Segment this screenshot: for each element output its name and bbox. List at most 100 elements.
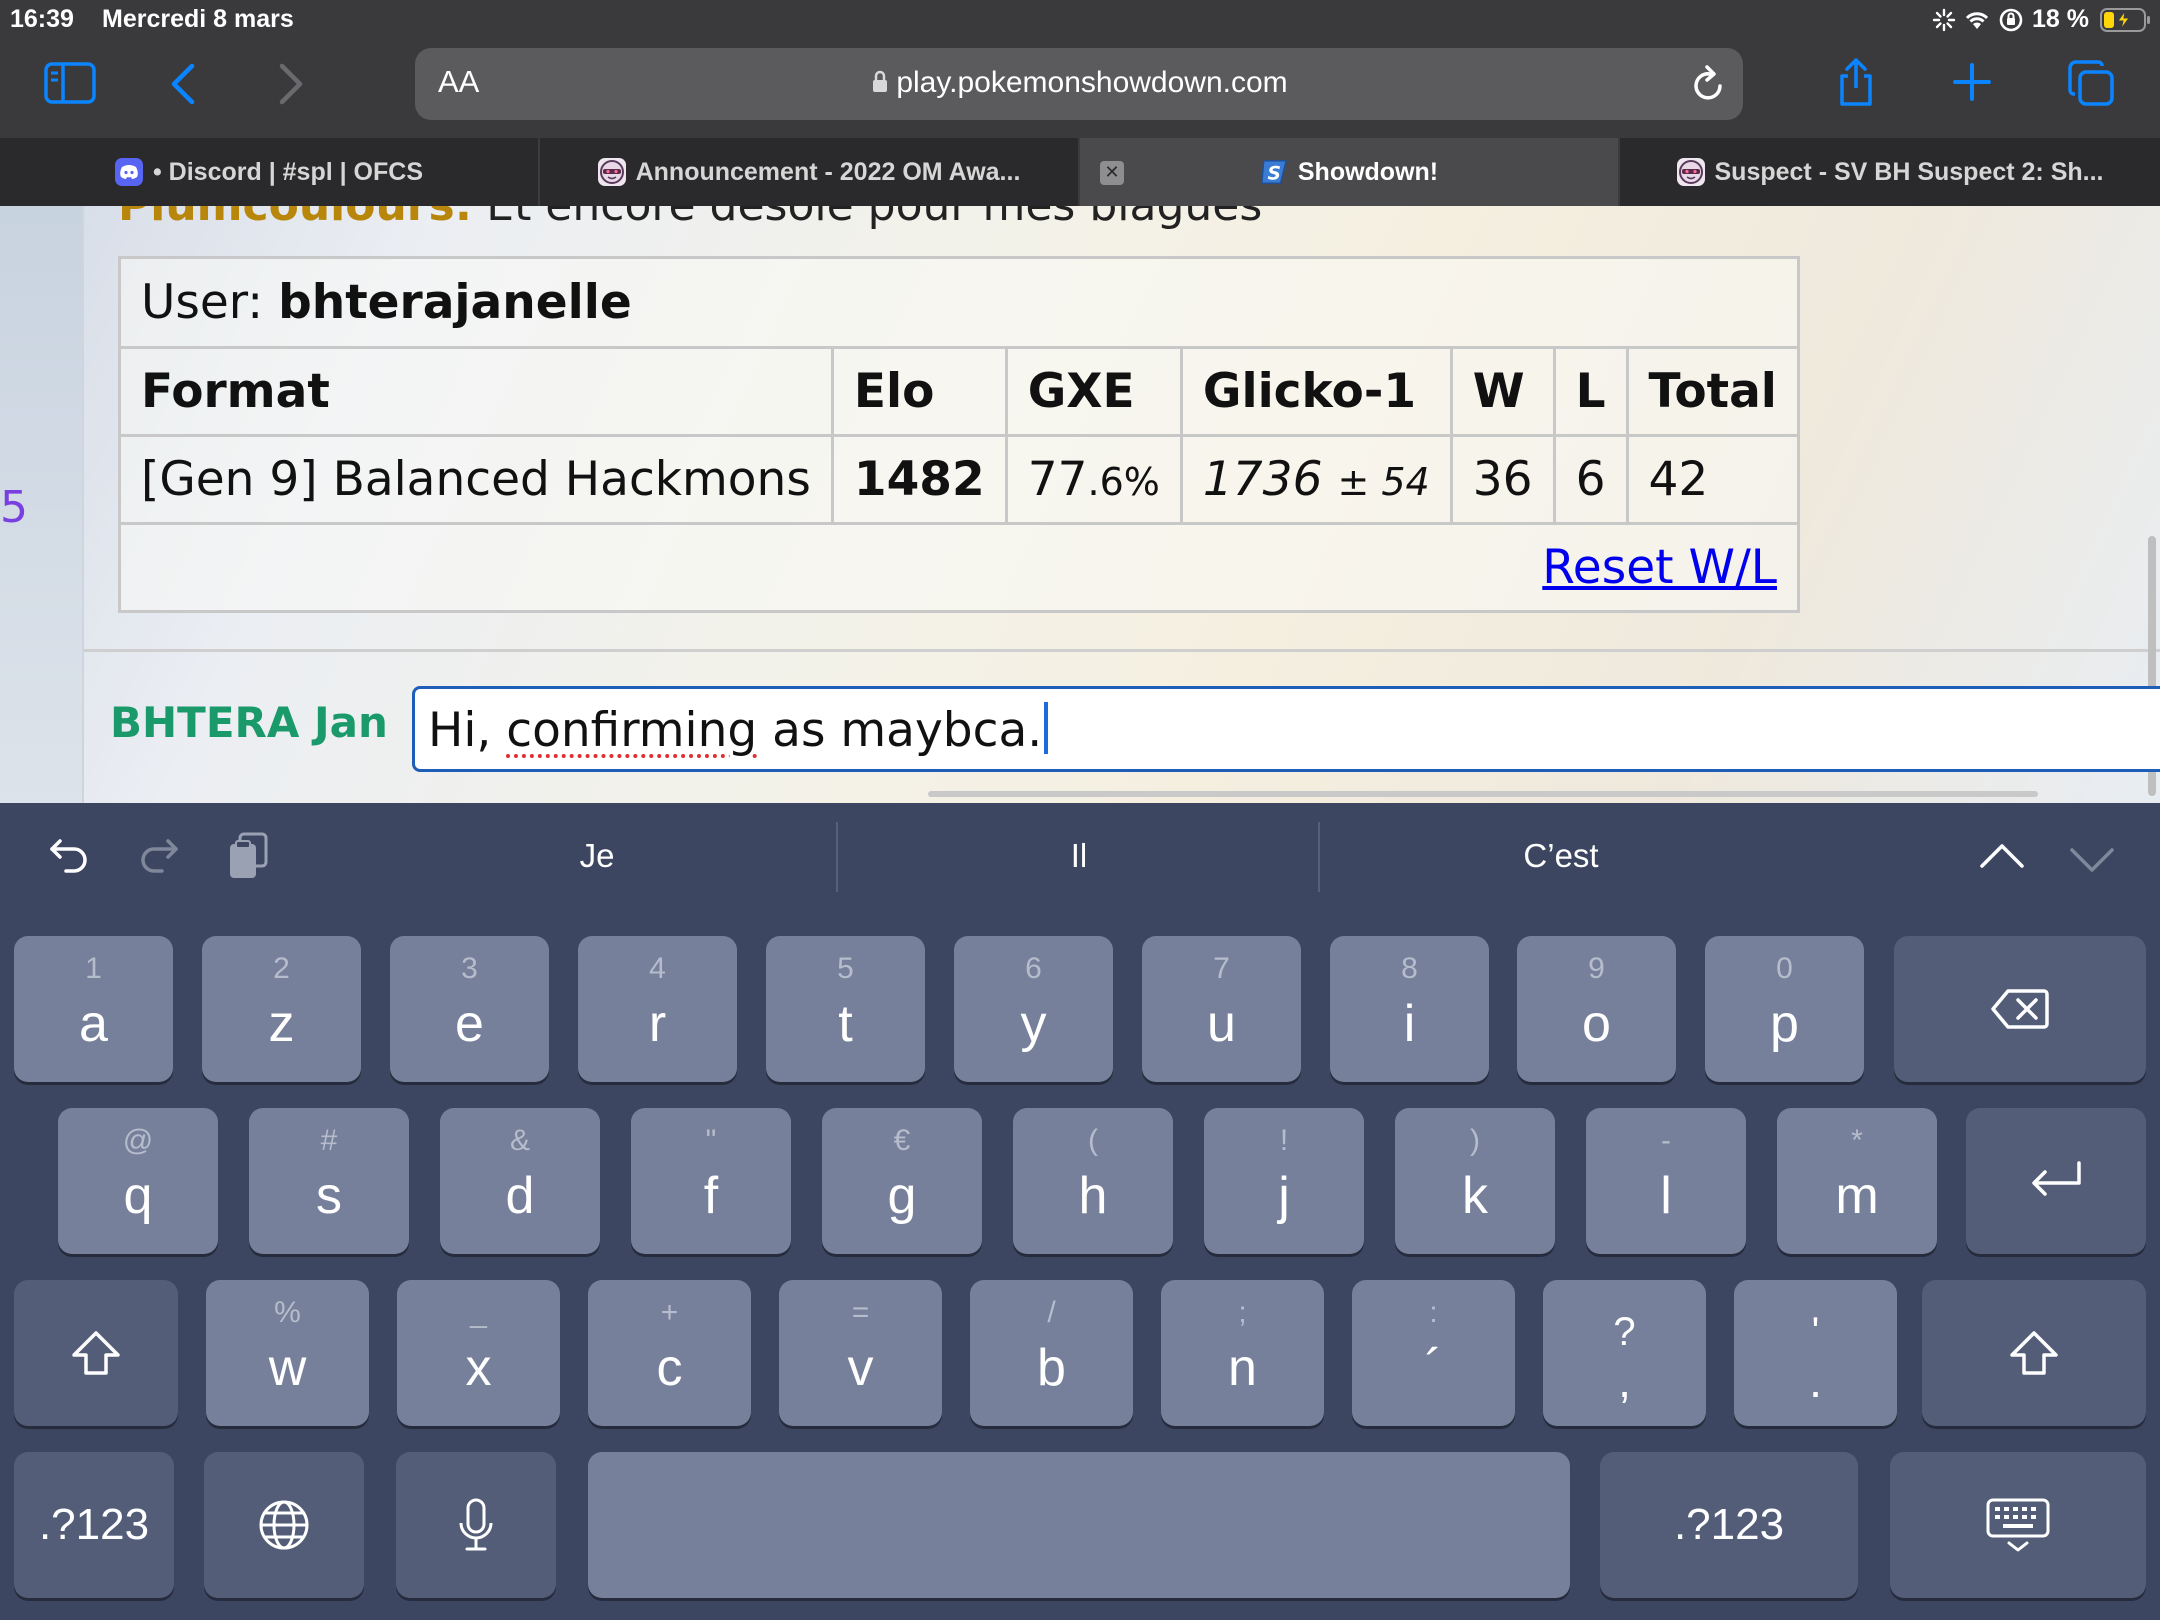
url-text: play.pokemonshowdown.com [896, 66, 1288, 99]
chevron-down-icon[interactable] [2068, 846, 2116, 878]
redo-icon[interactable] [138, 835, 180, 883]
chat-message-text: Et encore désolé pour mes blagues [486, 206, 1262, 231]
tab-discord[interactable]: • Discord | #spl | OFCS [0, 138, 540, 206]
tab-showdown[interactable]: S Showdown! [1080, 138, 1620, 206]
cell-glicko: 1736 ± 54 [1179, 434, 1453, 525]
key-v[interactable]: = v [779, 1280, 942, 1426]
key-e[interactable]: 3e [390, 936, 549, 1082]
key-w[interactable]: % w [206, 1280, 369, 1426]
key-t[interactable]: 5t [766, 936, 925, 1082]
glicko-deviation: ± 54 [1337, 460, 1430, 504]
cell-total: 42 [1625, 434, 1801, 525]
suggestion-3[interactable]: C’est [1320, 837, 1802, 875]
chat-message-author[interactable]: Plumcoulours: [118, 206, 472, 231]
lock-icon [872, 68, 888, 102]
key-h[interactable]: (h [1013, 1108, 1173, 1254]
key-j[interactable]: ! j [1204, 1108, 1364, 1254]
key-c[interactable]: + c [588, 1280, 751, 1426]
globe-icon [259, 1500, 309, 1550]
chevron-up-icon[interactable] [1978, 842, 2026, 874]
discord-icon [114, 158, 143, 186]
rank-header-row: Format Elo GXE Glicko-1 W L Total [118, 346, 1801, 437]
tab-announcement[interactable]: Announcement - 2022 OM Awa... [540, 138, 1080, 206]
suggestion-1[interactable]: Je [356, 837, 838, 875]
header-wins: W [1449, 346, 1556, 437]
reset-wl-link[interactable]: Reset W/L [1542, 540, 1777, 595]
tab-suspect[interactable]: Suspect - SV BH Suspect 2: Sh... [1620, 138, 2160, 206]
table-row: [Gen 9] Balanced Hackmons 1482 77.6% 173… [118, 434, 1801, 525]
status-time: 16:39 [10, 5, 74, 33]
key-acute-accent[interactable]: : ´ [1352, 1280, 1515, 1426]
header-losses: L [1552, 346, 1629, 437]
key-d[interactable]: & d [440, 1108, 600, 1254]
key-r[interactable]: 4r [578, 936, 737, 1082]
dismiss-keyboard-key[interactable] [1890, 1452, 2146, 1598]
key-p[interactable]: 0p [1705, 936, 1864, 1082]
smogon-icon [1676, 158, 1705, 186]
key-z[interactable]: 2z [202, 936, 361, 1082]
key-q[interactable]: @ q [58, 1108, 218, 1254]
key-u[interactable]: 7u [1142, 936, 1301, 1082]
header-glicko: Glicko-1 [1179, 346, 1453, 437]
key-o[interactable]: 9o [1517, 936, 1676, 1082]
header-total: Total [1625, 346, 1801, 437]
clipboard-icon[interactable] [226, 830, 272, 886]
tab-label: Showdown! [1297, 157, 1439, 186]
return-icon [2032, 1161, 2081, 1196]
new-tab-icon[interactable] [1952, 62, 1992, 106]
shift-icon [2010, 1331, 2058, 1375]
rank-user-cell: User: bhterajanelle [118, 256, 1800, 349]
reload-icon[interactable] [1690, 64, 1726, 108]
numbers-key-left[interactable]: .?123 [14, 1452, 174, 1598]
cell-losses: 6 [1552, 434, 1629, 525]
shift-key-right[interactable] [1922, 1280, 2146, 1426]
space-bar[interactable] [588, 1452, 1570, 1598]
svg-text:S: S [1267, 163, 1280, 184]
undo-icon[interactable] [48, 835, 90, 883]
dictation-key[interactable] [396, 1452, 556, 1598]
shift-key-left[interactable] [14, 1280, 178, 1426]
header-format: Format [118, 346, 834, 437]
loading-spinner-icon [1932, 8, 1956, 36]
cell-gxe: 77.6% [1004, 434, 1183, 525]
key-i[interactable]: 8i [1330, 936, 1489, 1082]
tabs-overview-icon[interactable] [2066, 58, 2116, 112]
key-period[interactable]: '. [1734, 1280, 1897, 1426]
gxe-main: 77 [1027, 452, 1088, 507]
key-k[interactable]: ) k [1395, 1108, 1555, 1254]
key-g[interactable]: € g [822, 1108, 982, 1254]
key-y[interactable]: 6y [954, 936, 1113, 1082]
key-comma[interactable]: ?, [1543, 1280, 1706, 1426]
key-b[interactable]: / b [970, 1280, 1133, 1426]
globe-key[interactable] [204, 1452, 364, 1598]
backspace-icon [1991, 989, 2049, 1029]
horizontal-scroll-thumb[interactable] [928, 791, 2038, 797]
share-icon[interactable] [1835, 56, 1877, 112]
key-l[interactable]: -l [1586, 1108, 1746, 1254]
numbers-key-right[interactable]: .?123 [1600, 1452, 1858, 1598]
return-key[interactable] [1966, 1108, 2146, 1254]
key-f[interactable]: " f [631, 1108, 791, 1254]
header-gxe: GXE [1004, 346, 1183, 437]
chat-room-page: 5 Plumcoulours: Et encore désolé pour me… [0, 206, 2160, 803]
misspelled-word[interactable]: confirming [506, 703, 757, 758]
shift-icon [72, 1331, 120, 1375]
backspace-key[interactable] [1894, 936, 2146, 1082]
chat-input-text[interactable]: Hi, confirming as maybca. [428, 702, 1049, 758]
tab-label: Announcement - 2022 OM Awa... [635, 157, 1021, 186]
key-m[interactable]: * m [1777, 1108, 1937, 1254]
chat-input-segment: Hi, [428, 703, 507, 758]
chat-username: BHTERA Jan [110, 698, 388, 747]
rank-username: bhterajanelle [278, 275, 632, 330]
key-s[interactable]: # s [249, 1108, 409, 1254]
key-a[interactable]: 1a [14, 936, 173, 1082]
rank-user-label: User: [141, 275, 264, 330]
cell-wins: 36 [1449, 434, 1556, 525]
microphone-icon [459, 1498, 493, 1551]
left-panel-number: 5 [0, 482, 28, 533]
key-n[interactable]: ; n [1161, 1280, 1324, 1426]
text-caret [1044, 702, 1049, 754]
tab-close-icon[interactable]: ✕ [1100, 161, 1124, 185]
suggestion-2[interactable]: Il [838, 837, 1320, 875]
key-x[interactable]: _ x [397, 1280, 560, 1426]
